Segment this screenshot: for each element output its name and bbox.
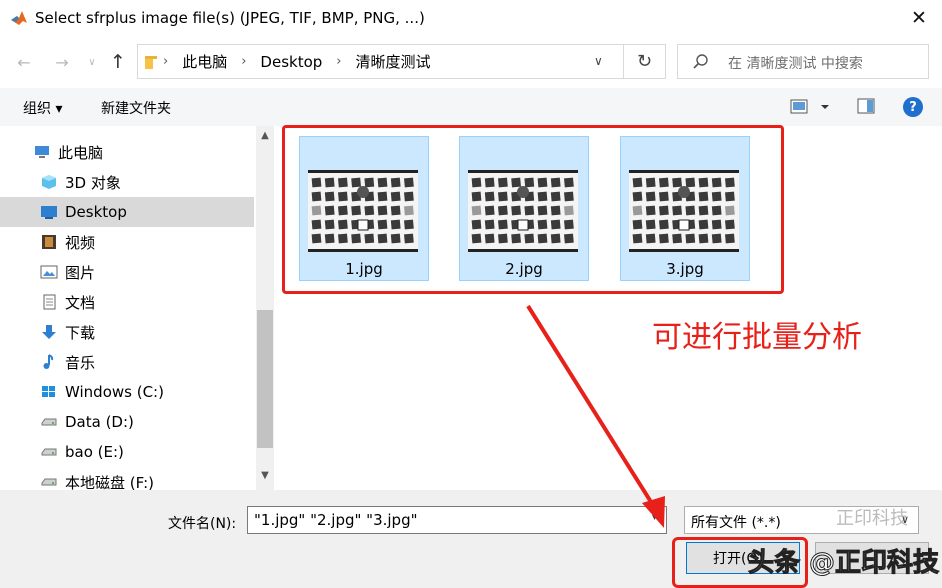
breadcrumb-separator: ›: [336, 54, 342, 69]
breadcrumb: › 此电脑 › Desktop › 清晰度测试: [163, 45, 431, 78]
drive-icon: [41, 418, 57, 426]
up-button[interactable]: ↑: [106, 48, 130, 76]
sidebar-item-label: 本地磁盘 (F:): [65, 473, 154, 491]
matlab-icon: [11, 11, 27, 25]
breadcrumb-desktop[interactable]: Desktop: [260, 53, 322, 71]
breadcrumb-separator: ›: [241, 54, 247, 69]
breadcrumb-separator: ›: [163, 54, 169, 69]
video-icon: [42, 235, 56, 249]
sidebar-item-data-d[interactable]: Data (D:): [0, 407, 254, 437]
filetype-value: 所有文件 (*.*): [691, 515, 781, 531]
sidebar-item-3d-objects[interactable]: 3D 对象: [0, 167, 254, 197]
navigation-scrollbar[interactable]: ▲ ▼: [256, 126, 274, 490]
desktop-icon: [41, 206, 57, 219]
filename-dropdown-icon[interactable]: ▾: [652, 512, 657, 523]
sidebar-item-label: 图片: [65, 263, 96, 282]
back-button[interactable]: ←: [12, 48, 36, 76]
watermark-text: 头条 @正印科技: [747, 548, 940, 579]
breadcrumb-this-pc[interactable]: 此电脑: [182, 51, 227, 72]
filename-label: 文件名(N):: [168, 516, 237, 532]
up-arrow-icon: ↑: [110, 51, 126, 73]
refresh-icon: ↻: [636, 51, 653, 72]
preview-pane-icon[interactable]: [857, 98, 875, 114]
3d-objects-icon: [42, 175, 56, 189]
sidebar-item-label: 3D 对象: [65, 173, 121, 192]
sidebar-item-label: 下载: [65, 323, 96, 342]
address-bar[interactable]: › 此电脑 › Desktop › 清晰度测试 ∨ ↻: [137, 44, 666, 79]
search-input[interactable]: 在 清晰度测试 中搜索: [728, 53, 863, 73]
sidebar-item-local-disk-f[interactable]: 本地磁盘 (F:): [0, 467, 254, 490]
sidebar-item-label: bao (E:): [65, 443, 124, 461]
computer-icon: [35, 146, 49, 158]
windows-drive-icon: [42, 386, 55, 397]
forward-arrow-icon: →: [55, 52, 69, 72]
drive-icon: [41, 448, 57, 456]
sidebar-item-label: 视频: [65, 233, 96, 252]
sidebar-item-label: Data (D:): [65, 413, 134, 431]
filename-input[interactable]: "1.jpg" "2.jpg" "3.jpg": [247, 506, 667, 534]
chevron-down-icon: ∨: [88, 56, 96, 68]
sidebar-item-pictures[interactable]: 图片: [0, 257, 254, 287]
watermark-faint-text: 正印科技: [836, 508, 908, 529]
sidebar-item-desktop[interactable]: Desktop: [0, 197, 254, 227]
scroll-down-icon[interactable]: ▼: [256, 470, 274, 488]
view-options-icon[interactable]: [790, 98, 834, 116]
documents-icon: [43, 294, 56, 310]
search-box[interactable]: 在 清晰度测试 中搜索: [677, 44, 929, 79]
scrollbar-thumb[interactable]: [257, 310, 273, 448]
close-icon: ✕: [911, 7, 927, 29]
sidebar-item-documents[interactable]: 文档: [0, 287, 254, 317]
music-icon: [43, 354, 54, 369]
refresh-button[interactable]: ↻: [623, 45, 665, 78]
download-icon: [42, 325, 56, 339]
annotation-text: 可进行批量分析: [652, 320, 862, 355]
navigation-pane: 此电脑 3D 对象 Desktop 视频 图片 文档 下载 音乐 Windows…: [0, 126, 276, 490]
recent-locations-button[interactable]: ∨: [80, 48, 104, 76]
scroll-up-icon[interactable]: ▲: [256, 130, 274, 148]
sidebar-item-music[interactable]: 音乐: [0, 347, 254, 377]
sidebar-item-downloads[interactable]: 下载: [0, 317, 254, 347]
sidebar-item-bao-e[interactable]: bao (E:): [0, 437, 254, 467]
close-button[interactable]: ✕: [904, 4, 934, 32]
back-arrow-icon: ←: [17, 52, 31, 72]
sidebar-item-label: Windows (C:): [65, 383, 164, 401]
sidebar-item-label: 此电脑: [58, 143, 104, 162]
forward-button[interactable]: →: [50, 48, 74, 76]
search-icon: [693, 54, 708, 69]
sidebar-item-windows-c[interactable]: Windows (C:): [0, 377, 254, 407]
command-bar: 组织 ▾ 新建文件夹: [0, 88, 942, 126]
title-bar: Select sfrplus image file(s) (JPEG, TIF,…: [0, 0, 942, 36]
annotation-highlight-box: [282, 125, 784, 294]
breadcrumb-current-folder[interactable]: 清晰度测试: [356, 51, 431, 72]
new-folder-button[interactable]: 新建文件夹: [101, 98, 171, 118]
window-title: Select sfrplus image file(s) (JPEG, TIF,…: [35, 9, 425, 27]
sidebar-item-videos[interactable]: 视频: [0, 227, 254, 257]
organize-menu[interactable]: 组织 ▾: [23, 98, 62, 118]
sidebar-item-label: Desktop: [65, 203, 127, 221]
pictures-icon: [40, 265, 58, 279]
sidebar-item-label: 文档: [65, 293, 96, 312]
sidebar-item-this-pc[interactable]: 此电脑: [0, 137, 254, 167]
address-dropdown-icon[interactable]: ∨: [594, 54, 603, 68]
sidebar-item-label: 音乐: [65, 353, 96, 372]
drive-icon: [41, 478, 57, 486]
help-button[interactable]: ?: [903, 97, 923, 117]
folder-icon: [145, 56, 157, 69]
